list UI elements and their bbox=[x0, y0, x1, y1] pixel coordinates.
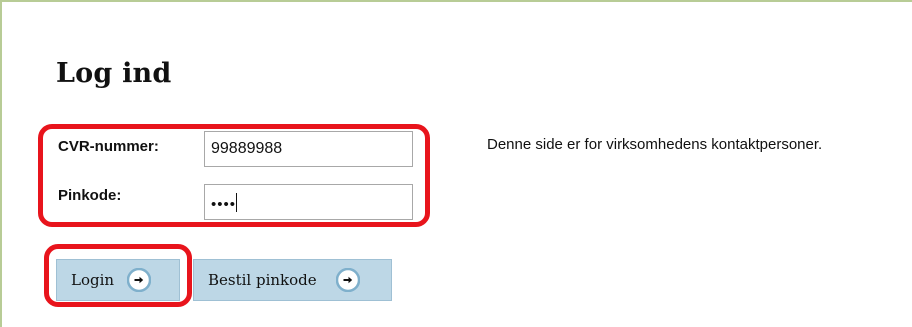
text-caret bbox=[236, 193, 238, 212]
content-frame: Log ind CVR-nummer: 99889988 Pinkode: ••… bbox=[0, 0, 912, 327]
page-title: Log ind bbox=[56, 58, 172, 89]
arrow-right-icon bbox=[335, 267, 360, 293]
pin-input[interactable]: •••• bbox=[204, 184, 413, 220]
cvr-input-value: 99889988 bbox=[211, 140, 283, 157]
info-text: Denne side er for virksomhedens kontaktp… bbox=[487, 136, 823, 153]
cvr-label: CVR-nummer: bbox=[58, 138, 159, 155]
login-button[interactable]: Login bbox=[56, 259, 180, 301]
order-pin-button-label: Bestil pinkode bbox=[208, 271, 317, 289]
pin-input-value: •••• bbox=[211, 196, 237, 213]
cvr-input[interactable]: 99889988 bbox=[204, 131, 413, 167]
order-pin-button[interactable]: Bestil pinkode bbox=[193, 259, 392, 301]
login-button-label: Login bbox=[71, 271, 115, 289]
arrow-right-icon bbox=[126, 267, 152, 293]
pin-label: Pinkode: bbox=[58, 187, 122, 204]
